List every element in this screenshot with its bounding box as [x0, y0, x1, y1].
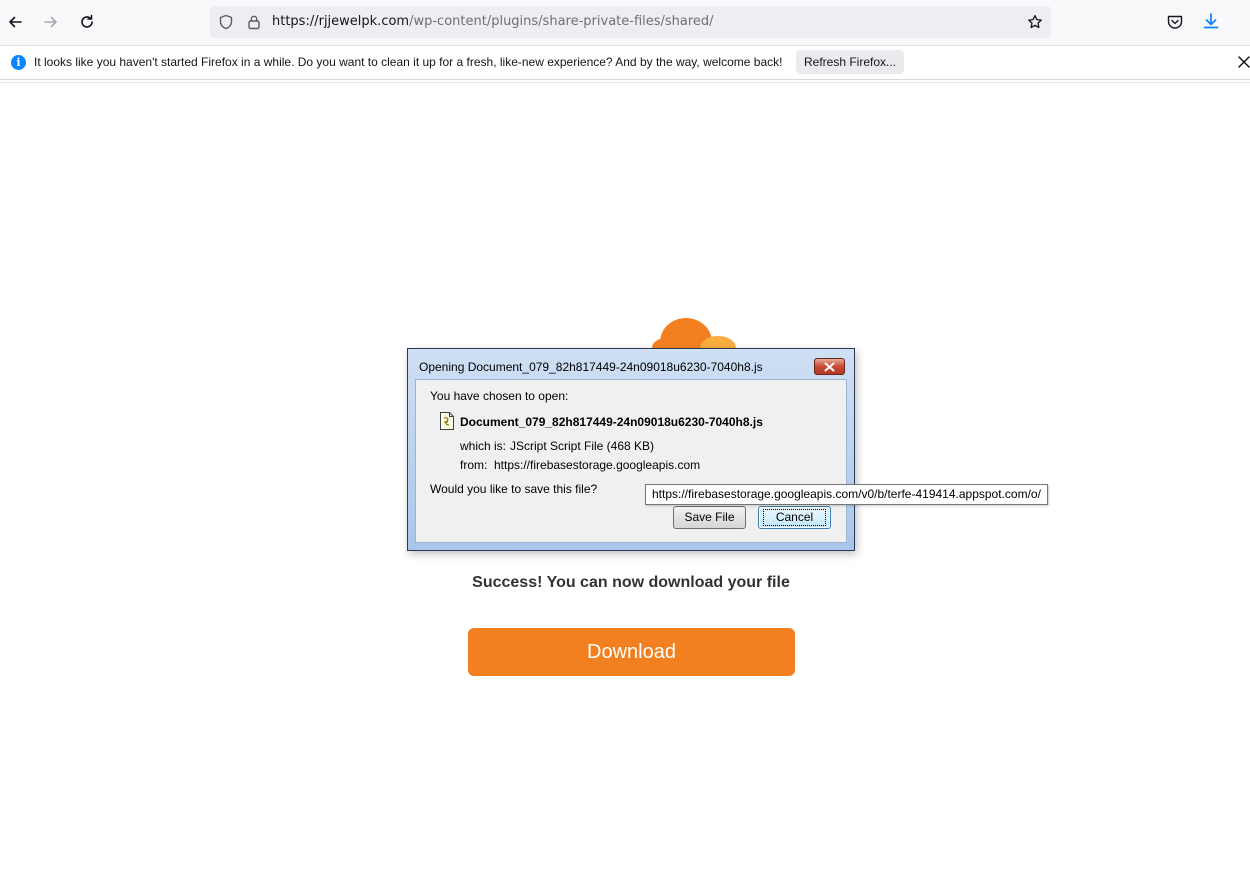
file-name: Document_079_82h817449-24n09018u6230-704… [460, 415, 763, 429]
save-file-button[interactable]: Save File [673, 506, 746, 529]
shield-icon[interactable] [218, 14, 234, 30]
download-icon[interactable] [1202, 12, 1220, 30]
from-value: https://firebasestorage.googleapis.com [494, 458, 701, 472]
close-icon [824, 362, 835, 371]
save-question: Would you like to save this file? [430, 482, 598, 496]
download-button[interactable]: Download [468, 628, 795, 676]
divider [0, 82, 1250, 83]
script-file-icon [440, 412, 454, 430]
reload-icon [81, 14, 93, 28]
cancel-button[interactable]: Cancel [758, 506, 831, 529]
dialog-title: Opening Document_079_82h817449-24n09018u… [419, 360, 763, 374]
url-bar[interactable]: https://rjjewelpk.com/wp-content/plugins… [210, 6, 1051, 38]
close-icon[interactable] [1236, 54, 1250, 70]
back-button[interactable] [1, 8, 29, 36]
chosen-label: You have chosen to open: [430, 389, 569, 403]
back-arrow-icon [9, 16, 22, 28]
forward-button[interactable] [37, 8, 65, 36]
reload-button[interactable] [73, 8, 101, 36]
dialog-close-button[interactable] [814, 358, 845, 375]
file-open-dialog: Opening Document_079_82h817449-24n09018u… [407, 348, 855, 551]
lock-icon[interactable] [246, 14, 262, 30]
refresh-firefox-button[interactable]: Refresh Firefox... [796, 50, 904, 74]
url-host: https://rjjewelpk.com [272, 14, 410, 29]
url-path: /wp-content/plugins/share-private-files/… [409, 14, 714, 29]
star-icon[interactable] [1027, 14, 1043, 30]
url-text[interactable]: https://rjjewelpk.com/wp-content/plugins… [272, 14, 714, 29]
which-is-label: which is: [460, 439, 507, 453]
browser-toolbar: https://rjjewelpk.com/wp-content/plugins… [0, 0, 1250, 46]
notification-message: It looks like you haven't started Firefo… [34, 55, 783, 69]
from-label: from: [460, 458, 488, 472]
pocket-icon[interactable] [1166, 13, 1184, 31]
cancel-label: Cancel [762, 509, 827, 526]
notification-bar: i It looks like you haven't started Fire… [0, 46, 1250, 80]
file-type-value: JScript Script File (468 KB) [510, 439, 655, 453]
dialog-body: You have chosen to open: Document_079_82… [415, 379, 847, 543]
info-icon: i [11, 55, 26, 70]
url-tooltip: https://firebasestorage.googleapis.com/v… [645, 484, 1048, 505]
success-message: Success! You can now download your file [472, 574, 790, 591]
forward-arrow-icon [44, 16, 57, 28]
